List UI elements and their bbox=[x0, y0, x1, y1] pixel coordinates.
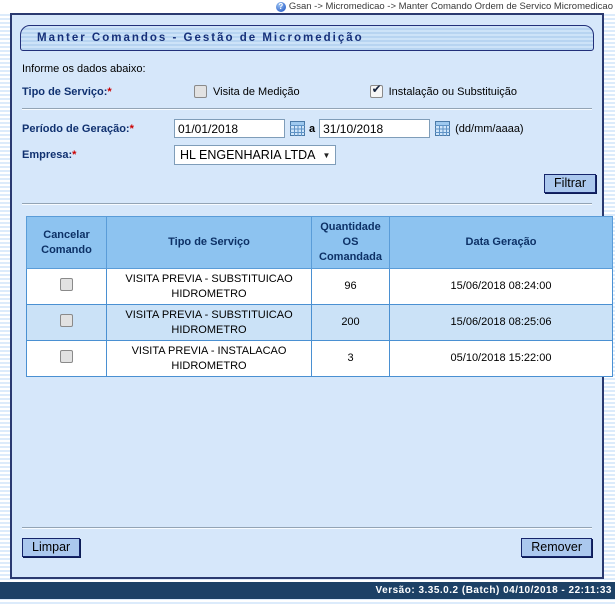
col-tipo-servico: Tipo de Serviço bbox=[107, 217, 312, 269]
periodo-geracao-row: Período de Geração:* a (dd/mm/aaaa) bbox=[22, 119, 596, 138]
calendar-icon[interactable] bbox=[435, 121, 450, 136]
page-title-bar: Manter Comandos - Gestão de Micromedição bbox=[20, 25, 594, 51]
limpar-button[interactable]: Limpar bbox=[22, 538, 80, 557]
required-mark: * bbox=[107, 86, 111, 98]
actions-row: Limpar Remover bbox=[22, 538, 592, 577]
empresa-select[interactable]: HL ENGENHARIA LTDA ▼ bbox=[174, 145, 336, 165]
help-icon[interactable]: ? bbox=[276, 2, 286, 12]
cancel-checkbox-row-3[interactable] bbox=[60, 350, 73, 363]
col-data-geracao: Data Geração bbox=[390, 217, 613, 269]
date-format-hint: (dd/mm/aaaa) bbox=[455, 123, 523, 135]
empresa-row: Empresa:* HL ENGENHARIA LTDA ▼ bbox=[22, 145, 596, 165]
filter-button-row: Filtrar bbox=[18, 174, 596, 193]
qty-cell: 200 bbox=[312, 305, 390, 341]
visita-medicao-label: Visita de Medição bbox=[213, 86, 300, 98]
periodo-separator: a bbox=[309, 123, 315, 135]
empresa-selected-value: HL ENGENHARIA LTDA bbox=[180, 148, 315, 162]
bottom-actions-block: Limpar Remover bbox=[18, 517, 596, 577]
empresa-label: Empresa:* bbox=[22, 149, 174, 161]
tipo-servico-label: Tipo de Serviço:* bbox=[22, 86, 174, 98]
main-panel: Manter Comandos - Gestão de Micromedição… bbox=[10, 13, 604, 579]
table-row: VISITA PREVIA - INSTALACAO HIDROMETRO 3 … bbox=[27, 341, 613, 377]
col-quantidade-os: Quantidade OS Comandada bbox=[312, 217, 390, 269]
separator bbox=[22, 527, 592, 529]
periodo-end-input[interactable] bbox=[319, 119, 430, 138]
col-cancelar-comando: Cancelar Comando bbox=[27, 217, 107, 269]
breadcrumb: ? Gsan -> Micromedicao -> Manter Comando… bbox=[0, 0, 615, 13]
tipo-servico-row: Tipo de Serviço:* Visita de Medição Inst… bbox=[22, 85, 596, 98]
version-footer: Versão: 3.35.0.2 (Batch) 04/10/2018 - 22… bbox=[0, 582, 615, 599]
date-cell: 15/06/2018 08:25:06 bbox=[390, 305, 613, 341]
service-cell: VISITA PREVIA - INSTALACAO HIDROMETRO bbox=[107, 341, 312, 377]
comandos-table: Cancelar Comando Tipo de Serviço Quantid… bbox=[26, 216, 613, 377]
periodo-geracao-label: Período de Geração:* bbox=[22, 123, 174, 135]
qty-cell: 96 bbox=[312, 269, 390, 305]
required-mark: * bbox=[72, 149, 76, 161]
service-cell: VISITA PREVIA - SUBSTITUICAO HIDROMETRO bbox=[107, 269, 312, 305]
filtrar-button[interactable]: Filtrar bbox=[544, 174, 596, 193]
qty-cell: 3 bbox=[312, 341, 390, 377]
cancel-checkbox-row-1[interactable] bbox=[60, 278, 73, 291]
page-title: Manter Comandos - Gestão de Micromedição bbox=[37, 32, 364, 44]
periodo-start-input[interactable] bbox=[174, 119, 285, 138]
table-row: VISITA PREVIA - SUBSTITUICAO HIDROMETRO … bbox=[27, 305, 613, 341]
date-cell: 05/10/2018 15:22:00 bbox=[390, 341, 613, 377]
form-content: Informe os dados abaixo: Tipo de Serviço… bbox=[12, 51, 602, 577]
required-mark: * bbox=[130, 123, 134, 135]
calendar-icon[interactable] bbox=[290, 121, 305, 136]
checkbox-instalacao-substituicao[interactable]: Instalação ou Substituição bbox=[370, 85, 517, 98]
separator bbox=[22, 108, 592, 110]
instalacao-substituicao-checkbox[interactable] bbox=[370, 85, 383, 98]
date-cell: 15/06/2018 08:24:00 bbox=[390, 269, 613, 305]
form-intro: Informe os dados abaixo: bbox=[22, 63, 596, 75]
remover-button[interactable]: Remover bbox=[521, 538, 592, 557]
service-cell: VISITA PREVIA - SUBSTITUICAO HIDROMETRO bbox=[107, 305, 312, 341]
separator bbox=[22, 203, 592, 205]
chevron-down-icon: ▼ bbox=[322, 151, 330, 160]
instalacao-substituicao-label: Instalação ou Substituição bbox=[389, 86, 517, 98]
checkbox-visita-medicao[interactable]: Visita de Medição bbox=[194, 85, 300, 98]
table-row: VISITA PREVIA - SUBSTITUICAO HIDROMETRO … bbox=[27, 269, 613, 305]
table-header-row: Cancelar Comando Tipo de Serviço Quantid… bbox=[27, 217, 613, 269]
breadcrumb-text[interactable]: Gsan -> Micromedicao -> Manter Comando O… bbox=[289, 1, 613, 12]
visita-medicao-checkbox[interactable] bbox=[194, 85, 207, 98]
cancel-checkbox-row-2[interactable] bbox=[60, 314, 73, 327]
version-text: Versão: 3.35.0.2 (Batch) 04/10/2018 - 22… bbox=[376, 585, 612, 596]
